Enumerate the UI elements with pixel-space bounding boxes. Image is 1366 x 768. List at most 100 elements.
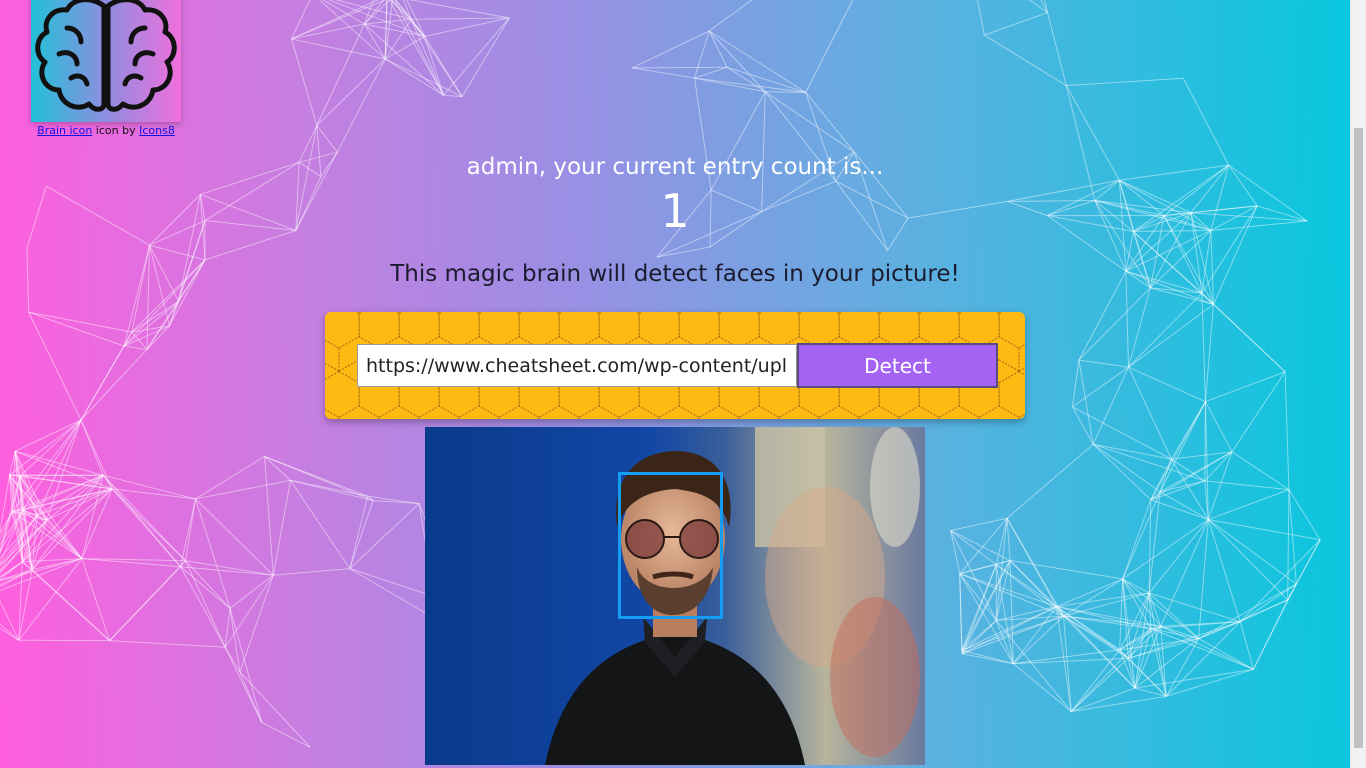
particle-link xyxy=(1078,287,1151,361)
particle-link xyxy=(961,649,1014,665)
particle-link xyxy=(349,496,369,569)
particle-link xyxy=(349,503,420,569)
particle-link xyxy=(20,474,104,477)
particle-link xyxy=(1063,615,1129,659)
particle-link xyxy=(363,23,386,60)
particle-link xyxy=(264,456,374,502)
particle-link xyxy=(631,30,710,69)
particle-link xyxy=(1128,292,1203,368)
particle-link xyxy=(80,349,148,421)
particle-link xyxy=(180,498,197,567)
particle-link xyxy=(1066,77,1184,87)
entry-count-value: 1 xyxy=(660,184,690,238)
particle-link xyxy=(1092,443,1161,493)
scrollbar-thumb[interactable] xyxy=(1354,128,1363,748)
particle-link xyxy=(726,66,806,93)
particle-link xyxy=(316,23,365,126)
image-url-input[interactable] xyxy=(357,344,797,387)
icons8-link[interactable]: Icons8 xyxy=(139,124,175,137)
particle-link xyxy=(224,647,263,723)
particle-link xyxy=(131,301,179,333)
particle-link xyxy=(28,311,132,333)
particle-link xyxy=(131,245,151,333)
particle-link xyxy=(461,17,510,97)
particle-link xyxy=(229,574,274,609)
entry-count-title: admin, your current entry count is... xyxy=(466,154,884,180)
brain-icon-link[interactable]: Brain icon xyxy=(37,124,92,137)
particle-link xyxy=(694,30,710,79)
particle-link xyxy=(80,345,125,421)
credit-text: icon by xyxy=(92,124,140,137)
particle-link xyxy=(1204,451,1233,482)
particle-link xyxy=(1128,303,1214,368)
particle-link xyxy=(1182,78,1230,166)
particle-link xyxy=(411,17,510,20)
particle-link xyxy=(1284,371,1290,490)
particle-link xyxy=(1171,451,1233,460)
face-image xyxy=(425,427,925,765)
particle-link xyxy=(388,0,444,96)
particle-link xyxy=(984,34,1067,86)
particle-link xyxy=(410,19,444,96)
particle-link xyxy=(443,17,510,96)
particle-link xyxy=(1208,519,1297,585)
particle-link xyxy=(1148,592,1241,623)
particle-link xyxy=(1092,443,1152,501)
particle-link xyxy=(764,91,855,153)
particle-link xyxy=(264,456,291,481)
particle-link xyxy=(1128,366,1172,460)
particle-link xyxy=(394,0,444,96)
particle-link xyxy=(1204,480,1289,491)
particle-link xyxy=(995,564,1057,607)
particle-link xyxy=(180,566,231,609)
particle-link xyxy=(1122,499,1152,580)
particle-link xyxy=(1006,517,1057,607)
particle-link xyxy=(1198,638,1254,670)
particle-link xyxy=(950,530,961,574)
particle-link xyxy=(1201,292,1286,373)
particle-link xyxy=(408,0,510,19)
particle-link xyxy=(1287,489,1290,600)
particle-link xyxy=(80,419,104,476)
particle-link xyxy=(291,38,386,60)
particle-link xyxy=(15,450,104,476)
particle-link xyxy=(1205,371,1286,403)
particle-link xyxy=(1128,287,1151,368)
particle-link xyxy=(1006,443,1094,519)
particle-link xyxy=(290,0,311,40)
particle-link xyxy=(424,17,510,37)
particle-link xyxy=(1207,451,1233,520)
particle-link xyxy=(1239,621,1254,670)
particle-link xyxy=(185,498,197,561)
particle-link xyxy=(46,519,83,559)
particle-link xyxy=(632,67,695,79)
particle-link xyxy=(263,456,274,576)
particle-link xyxy=(102,474,186,562)
logo: Brain icon icon by Icons8 xyxy=(31,0,183,137)
particle-link xyxy=(1070,628,1152,712)
particle-link xyxy=(1072,360,1080,407)
particle-link xyxy=(224,574,274,648)
page-scrollbar[interactable] xyxy=(1350,0,1366,768)
particle-link xyxy=(1240,599,1288,623)
particle-link xyxy=(694,66,728,79)
particle-link xyxy=(336,58,386,153)
particle-link xyxy=(290,480,351,569)
particle-link xyxy=(984,12,1048,36)
face-bounding-box xyxy=(618,472,723,619)
particle-link xyxy=(1134,668,1254,689)
particle-link xyxy=(229,608,263,723)
particle-link xyxy=(1207,519,1241,622)
detect-button[interactable]: Detect xyxy=(797,343,998,388)
particle-link xyxy=(961,606,1057,651)
particle-link xyxy=(1231,371,1286,453)
particle-link xyxy=(1056,606,1129,659)
particle-link xyxy=(1119,578,1124,650)
particle-link xyxy=(349,500,374,569)
particle-link xyxy=(1006,518,1011,561)
particle-link xyxy=(124,345,148,350)
particle-link xyxy=(1009,560,1123,580)
particle-link xyxy=(272,480,292,576)
particle-link xyxy=(367,495,420,505)
particle-link xyxy=(1231,451,1290,491)
